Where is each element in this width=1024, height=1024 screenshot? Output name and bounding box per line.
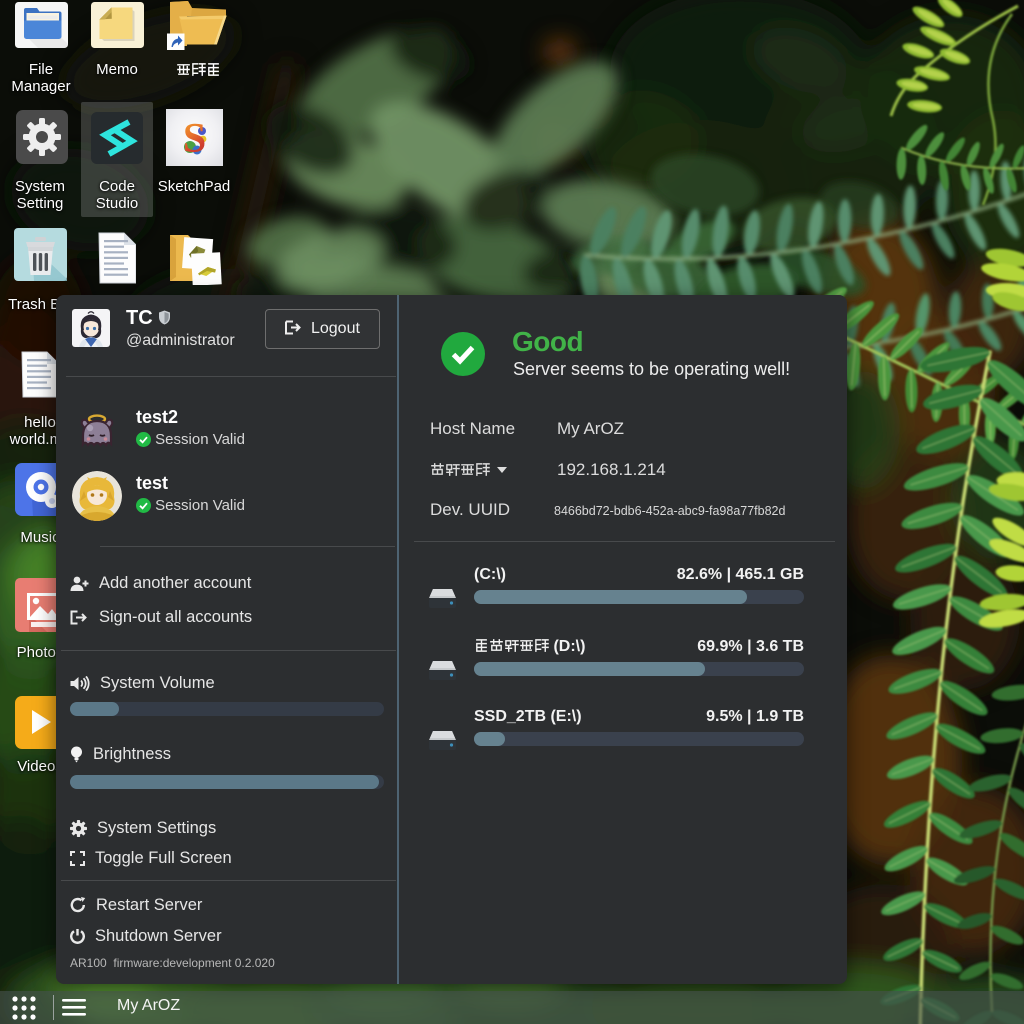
svg-text:S: S bbox=[183, 116, 206, 162]
